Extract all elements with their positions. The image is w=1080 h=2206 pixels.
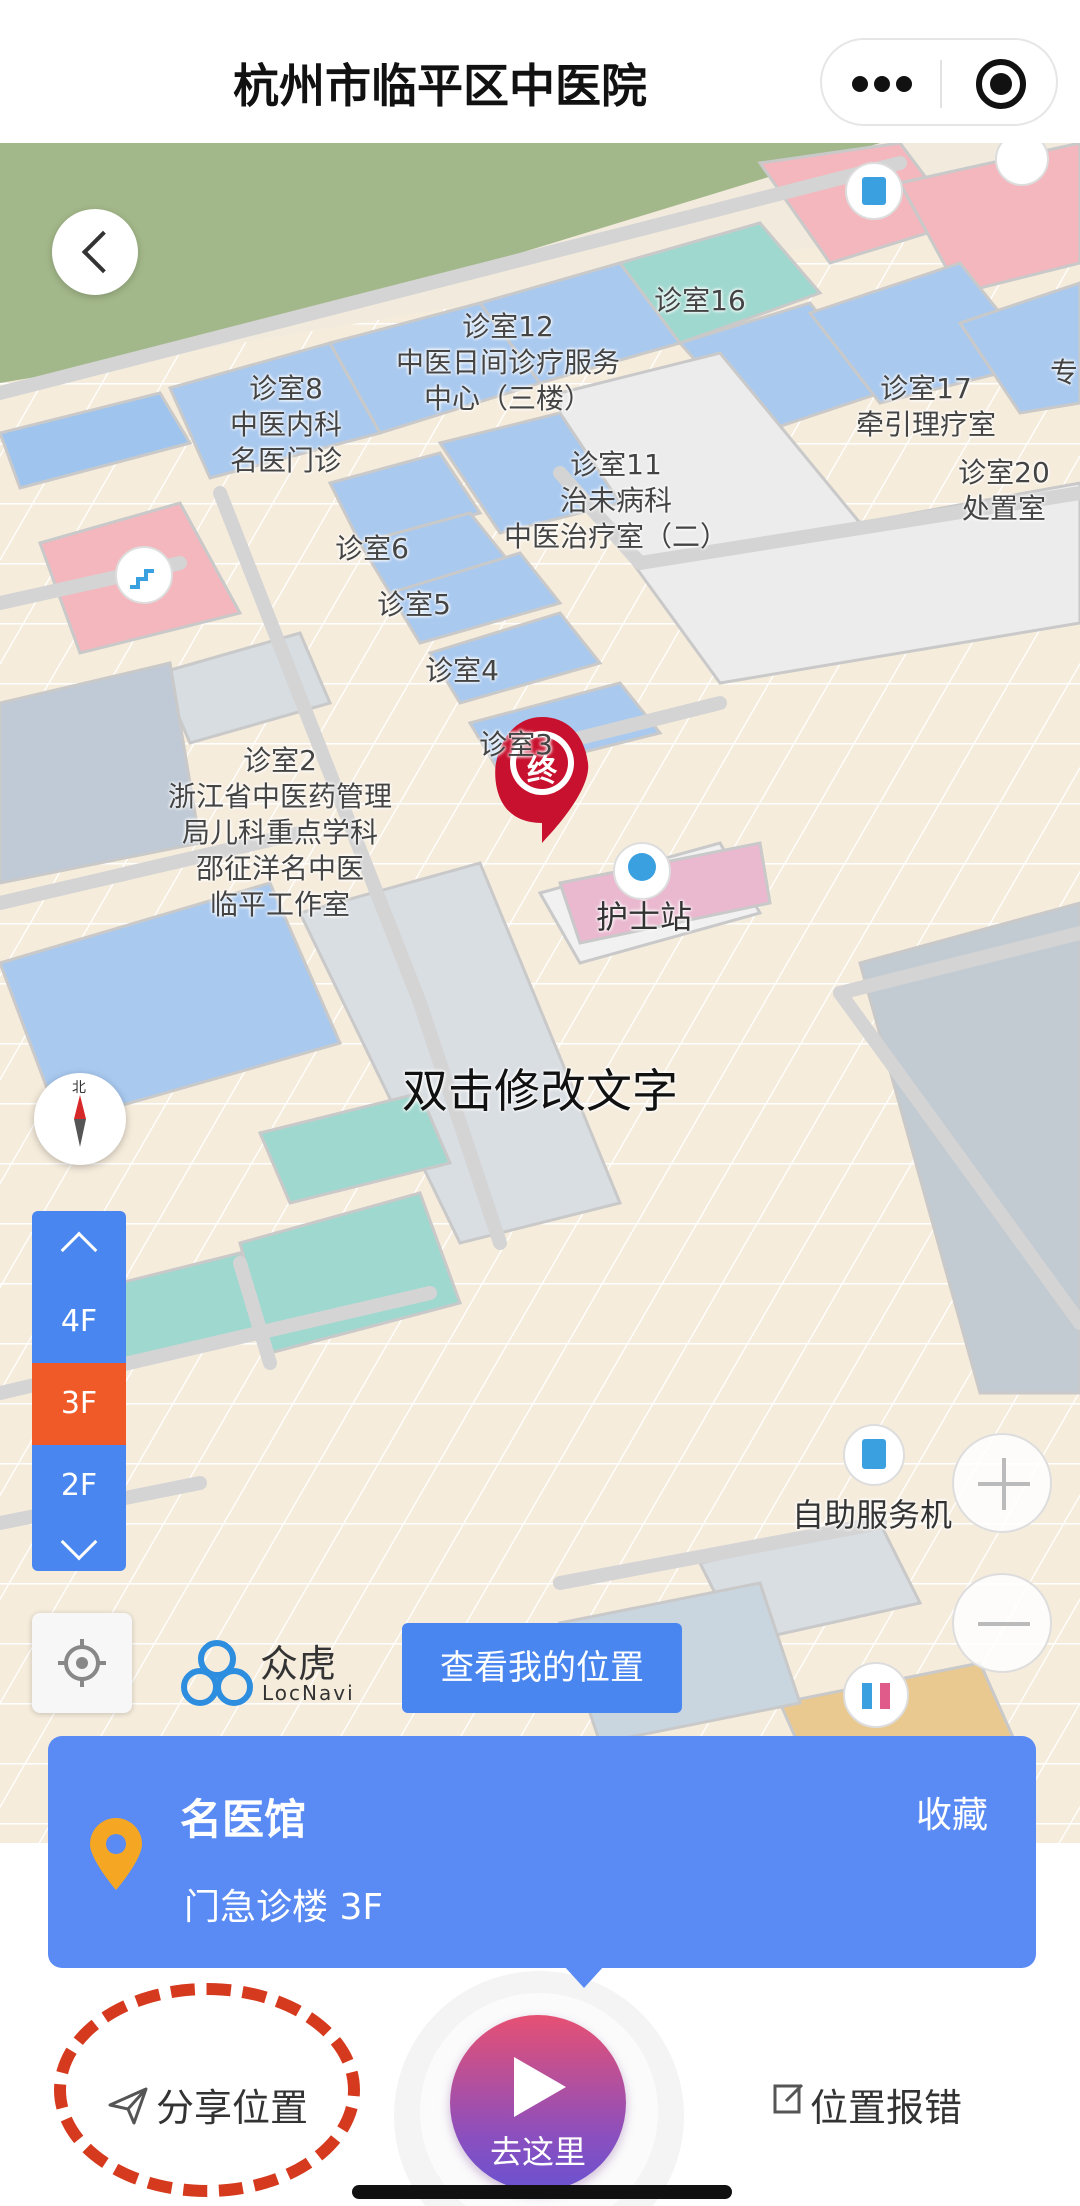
page-title: 杭州市临平区中医院 [233,59,647,113]
highlight-annotation [54,1983,360,2197]
room-label: 诊室6 [335,532,409,565]
report-error-label: 位置报错 [810,2086,963,2130]
close-target-icon[interactable] [976,59,1026,109]
poi-info-card: 名医馆 收藏 门急诊楼 3F [48,1736,1036,1988]
poi-floor: 门急诊楼 3F [184,1887,384,1928]
room-label: 诊室5 [377,588,451,621]
back-button[interactable] [52,209,138,295]
room-label: 诊室16 [654,284,746,317]
self-service-label: 自助服务机 [791,1496,953,1534]
floor-up-icon[interactable] [60,1231,98,1269]
room-label: 诊室8 中医内科 名医门诊 [229,372,343,477]
floor-2f[interactable]: 2F [32,1445,126,1527]
room-label: 诊室4 [425,654,499,687]
zoom-in-button[interactable] [952,1433,1052,1533]
home-indicator [352,2185,732,2199]
edit-icon [773,2083,804,2114]
locnavi-logo-icon [181,1640,253,1706]
capsule-divider [940,60,942,108]
play-icon [514,2057,566,2117]
go-here-button[interactable]: 去这里 [450,2015,626,2191]
room-label: 诊室12 中医日间诊疗服务 中心（三楼） [395,310,621,415]
locate-button[interactable] [32,1613,132,1713]
floor-3f[interactable]: 3F [32,1363,126,1445]
location-pin-icon [90,1818,142,1890]
room-label: 诊室11 治未病科 中医治疗室（二） [503,448,729,553]
card-pointer [564,1966,604,1988]
compass-icon[interactable]: 北 [34,1073,126,1165]
destination-marker-label: 终 [527,754,557,789]
room-label: 诊室20 处置室 [958,456,1050,525]
go-here-label: 去这里 [489,2133,586,2171]
brand-name: 众虎 [260,1642,337,1686]
room-label: 专 [1049,356,1079,389]
room-label: 诊室2 浙江省中医药管理 局儿科重点学科 邵征洋名中医 临平工作室 [167,744,393,921]
brand-logo: 众虎 LocNavi [176,1633,356,1713]
zoom-out-button[interactable] [952,1573,1052,1673]
brand-subname: LocNavi [262,1681,355,1705]
floor-switcher: 4F 3F 2F [32,1211,126,1571]
my-location-button[interactable]: 查看我的位置 [402,1623,682,1713]
floor-down-icon[interactable] [60,1523,98,1561]
locate-icon [58,1639,106,1687]
title-bar: 杭州市临平区中医院 [0,0,1080,143]
poi-name: 名医馆 [180,1795,307,1844]
more-icon[interactable] [852,70,912,98]
floor-4f[interactable]: 4F [32,1281,126,1363]
edit-text-hint[interactable]: 双击修改文字 [402,1068,678,1114]
nurse-station-label: 护士站 [595,898,693,936]
room-label: 诊室17 牵引理疗室 [855,372,997,441]
mini-program-capsule [820,38,1058,126]
indoor-map[interactable]: 诊室16 诊室12 中医日间诊疗服务 中心（三楼） 诊室8 中医内科 名医门诊 … [0,143,1080,1843]
favorite-button[interactable]: 收藏 [916,1786,988,1838]
